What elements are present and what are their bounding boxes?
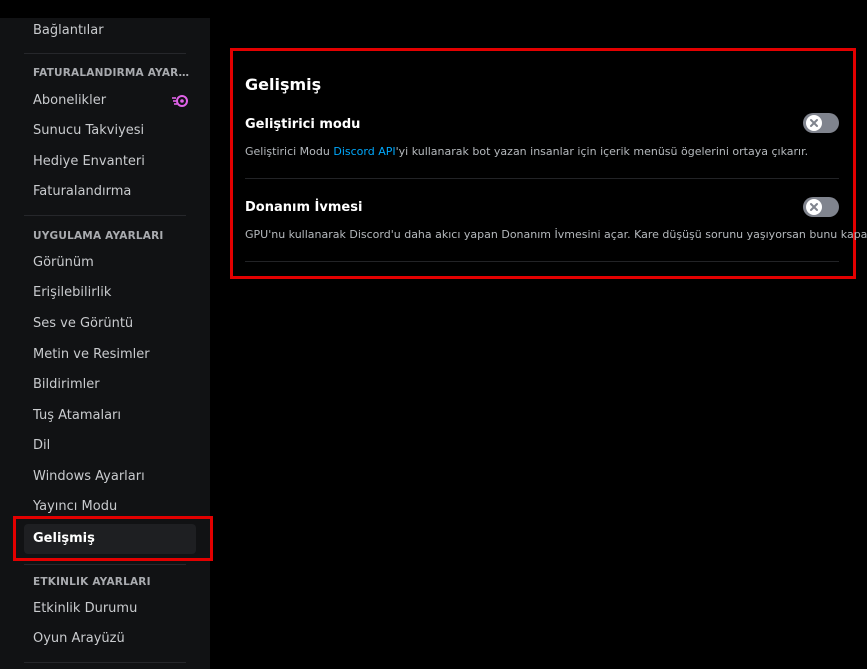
sidebar-item-text-images[interactable]: Metin ve Resimler — [24, 340, 196, 370]
option-divider — [245, 178, 839, 179]
section-header-billing: FATURALANDIRMA AYARLARI — [33, 67, 193, 79]
sidebar-item-streamer-mode[interactable]: Yayıncı Modu — [24, 492, 196, 522]
sidebar-item-game-overlay[interactable]: Oyun Arayüzü — [24, 624, 196, 654]
sidebar-item-language[interactable]: Dil — [24, 431, 196, 461]
sidebar-item-advanced[interactable]: Gelişmiş — [24, 524, 196, 554]
sidebar-item-server-boost[interactable]: Sunucu Takviyesi — [24, 116, 196, 146]
section-header-app-settings: UYGULAMA AYARLARI — [33, 230, 164, 242]
sidebar-item-notifications[interactable]: Bildirimler — [24, 370, 196, 400]
toggle-knob — [806, 199, 822, 215]
sidebar-item-windows-settings[interactable]: Windows Ayarları — [24, 462, 196, 492]
sidebar-divider — [24, 564, 186, 565]
hardware-acceleration-toggle[interactable] — [803, 197, 839, 217]
close-icon — [810, 203, 818, 211]
sidebar-divider — [24, 215, 186, 216]
sidebar-divider — [24, 662, 186, 663]
sidebar-item-appearance[interactable]: Görünüm — [24, 248, 196, 278]
sidebar-item-voice-video[interactable]: Ses ve Görüntü — [24, 309, 196, 339]
hardware-acceleration-label: Donanım İvmesi — [245, 200, 363, 215]
close-icon — [810, 119, 818, 127]
section-header-activity-settings: ETKİNLİK AYARLARI — [33, 576, 151, 588]
sidebar-item-activity-status[interactable]: Etkinlik Durumu — [24, 594, 196, 624]
developer-mode-toggle[interactable] — [803, 113, 839, 133]
developer-mode-label: Geliştirici modu — [245, 117, 361, 132]
developer-mode-description: Geliştirici Modu Discord API'yi kullanar… — [245, 145, 809, 158]
discord-api-link[interactable]: Discord API — [333, 145, 395, 158]
sidebar-item-subscriptions[interactable]: Abonelikler — [24, 86, 196, 116]
sidebar-item-gift-inventory[interactable]: Hediye Envanteri — [24, 147, 196, 177]
option-divider — [245, 261, 839, 262]
sidebar-divider — [24, 53, 186, 54]
hardware-acceleration-description: GPU'nu kullanarak Discord'u daha akıcı y… — [245, 228, 867, 241]
page-title: Gelişmiş — [245, 75, 322, 94]
sidebar-item-accessibility[interactable]: Erişilebilirlik — [24, 278, 196, 308]
toggle-knob — [806, 115, 822, 131]
sidebar-item-billing[interactable]: Faturalandırma — [24, 177, 196, 207]
highlight-box-panel — [230, 48, 856, 279]
sidebar-item-keybinds[interactable]: Tuş Atamaları — [24, 401, 196, 431]
nitro-icon — [172, 95, 188, 107]
sidebar-item-connections[interactable]: Bağlantılar — [24, 16, 196, 46]
